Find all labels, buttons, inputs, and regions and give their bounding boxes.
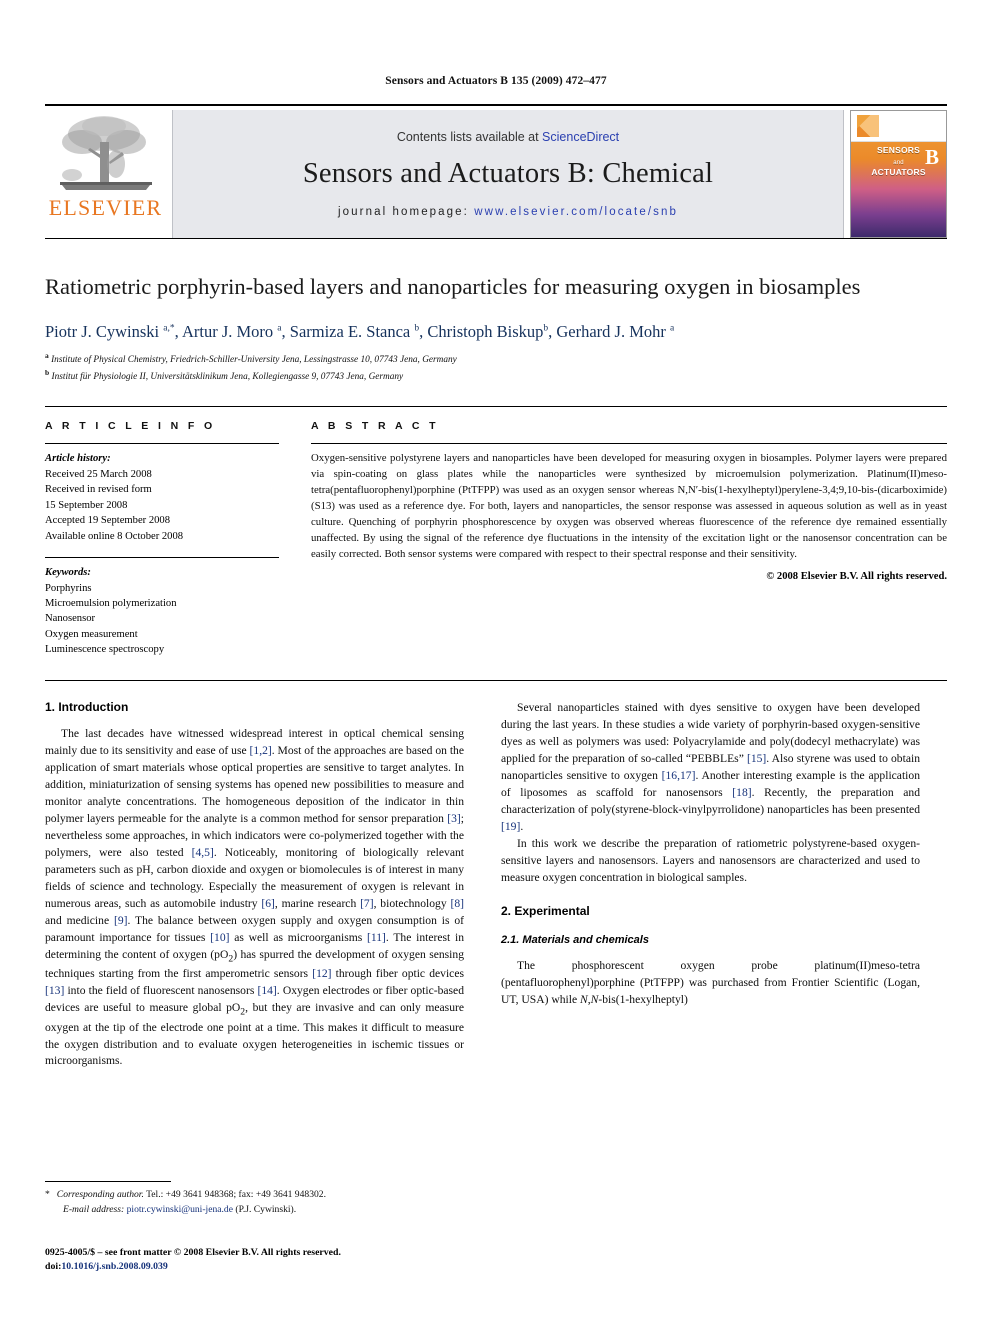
- journal-title: Sensors and Actuators B: Chemical: [302, 158, 714, 189]
- cover-line3: ACTUATORS: [871, 167, 926, 178]
- corresponding-author-note: * Corresponding author. Tel.: +49 3641 94…: [45, 1188, 464, 1202]
- corresponding-author-text: Corresponding author. Tel.: +49 3641 948…: [56, 1189, 326, 1201]
- cover-spark-icon: [857, 115, 879, 137]
- keyword-item: Nanosensor: [45, 613, 96, 625]
- affiliation-a: a Institute of Physical Chemistry, Fried…: [45, 351, 457, 366]
- divider-top: [45, 443, 279, 445]
- journal-center-block: Contents lists available at ScienceDirec…: [172, 110, 844, 238]
- page-footer: 0925-4005/$ – see front matter © 2008 El…: [45, 1246, 505, 1275]
- article-history-label: Article history:: [45, 453, 111, 465]
- cover-line1: SENSORS: [877, 145, 920, 155]
- introduction-heading: 1. Introduction: [45, 699, 129, 714]
- doi-label: doi:: [45, 1261, 62, 1273]
- email-note: E-mail address: piotr.cywinski@uni-jena.…: [45, 1203, 464, 1217]
- paper-page: Sensors and Actuators B 135 (2009) 472–4…: [0, 0, 992, 1323]
- abstract-column: A B S T R A C T Oxygen-sensitive polysty…: [311, 420, 947, 657]
- keywords-label: Keywords:: [45, 567, 91, 579]
- affiliation-b: b Institut für Physiologie II, Universit…: [45, 367, 404, 382]
- materials-heading: 2.1. Materials and chemicals: [501, 933, 649, 946]
- affiliations: a Institute of Physical Chemistry, Fried…: [45, 351, 947, 384]
- cover-letter: B: [924, 145, 939, 169]
- affiliation-b-text: Institut für Physiologie II, Universität…: [51, 371, 404, 382]
- history-item: Accepted 19 September 2008: [45, 515, 171, 527]
- body-column-right: Several nanoparticles stained with dyes …: [501, 700, 920, 1155]
- doi-line: doi:10.1016/j.snb.2008.09.039: [45, 1260, 505, 1275]
- materials-paragraph-1: The phosphorescent oxygen probe platinum…: [501, 958, 920, 1006]
- intro-paragraph-3: In this work we describe the preparation…: [501, 836, 920, 884]
- history-item: Received in revised form: [45, 484, 152, 496]
- sciencedirect-link[interactable]: ScienceDirect: [542, 130, 619, 144]
- journal-cover-thumbnail: SENSORS and ACTUATORS B: [850, 110, 947, 238]
- affiliation-a-text: Institute of Physical Chemistry, Friedri…: [51, 355, 457, 366]
- abstract-heading: A B S T R A C T: [311, 420, 439, 433]
- email-link[interactable]: piotr.cywinski@uni-jena.de: [127, 1204, 233, 1215]
- contents-available-line: Contents lists available at ScienceDirec…: [397, 130, 619, 144]
- keywords-block: Keywords: Porphyrins Microemulsion polym…: [45, 565, 279, 658]
- article-info-heading: A R T I C L E I N F O: [45, 420, 216, 433]
- divider-abstract: [311, 443, 947, 445]
- journal-homepage-line: journal homepage: www.elsevier.com/locat…: [338, 206, 678, 218]
- history-item: 15 September 2008: [45, 499, 128, 511]
- info-abstract-region: A R T I C L E I N F O Article history: R…: [45, 406, 947, 657]
- running-head: Sensors and Actuators B 135 (2009) 472–4…: [385, 75, 607, 87]
- journal-masthead: ELSEVIER Contents lists available at Sci…: [45, 104, 947, 239]
- page-title: Ratiometric porphyrin-based layers and n…: [45, 274, 861, 299]
- body-column-left: 1. Introduction The last decades have wi…: [45, 700, 464, 1155]
- keyword-item: Oxygen measurement: [45, 628, 138, 640]
- title-block: Ratiometric porphyrin-based layers and n…: [45, 272, 947, 384]
- abstract-text: Oxygen-sensitive polystyrene layers and …: [311, 452, 947, 560]
- cover-letter-b: B: [925, 145, 939, 170]
- intro-paragraph-2: Several nanoparticles stained with dyes …: [501, 700, 920, 833]
- article-history: Article history: Received 25 March 2008 …: [45, 451, 279, 544]
- elsevier-wordmark: ELSEVIER: [48, 195, 163, 220]
- keyword-item: Microemulsion polymerization: [45, 598, 177, 609]
- contents-prefix: Contents lists available at: [396, 130, 543, 144]
- divider-keywords: [45, 557, 279, 559]
- elsevier-logo: ELSEVIER: [45, 110, 166, 238]
- homepage-url[interactable]: www.elsevier.com/locate/snb: [474, 206, 678, 218]
- intro-paragraph-1: The last decades have witnessed widespre…: [45, 726, 465, 1068]
- article-info-column: A R T I C L E I N F O Article history: R…: [45, 420, 279, 657]
- front-matter-line: 0925-4005/$ – see front matter © 2008 El…: [45, 1246, 341, 1258]
- keyword-item: Luminescence spectroscopy: [45, 644, 165, 656]
- footnote-divider: [45, 1181, 171, 1183]
- email-label: E-mail address:: [63, 1203, 125, 1215]
- history-item: Available online 8 October 2008: [45, 530, 184, 542]
- homepage-label: journal homepage:: [338, 206, 469, 218]
- doi-value[interactable]: 10.1016/j.snb.2008.09.039: [61, 1261, 167, 1272]
- body-columns: 1. Introduction The last decades have wi…: [45, 679, 947, 1155]
- email-suffix: (P.J. Cywinski).: [235, 1203, 297, 1215]
- footnotes: * Corresponding author. Tel.: +49 3641 94…: [45, 1181, 464, 1217]
- history-item: Received 25 March 2008: [45, 468, 152, 480]
- keyword-item: Porphyrins: [45, 582, 92, 594]
- author-list: Piotr J. Cywinski a,*, Artur J. Moro a, …: [45, 322, 675, 342]
- copyright-line: © 2008 Elsevier B.V. All rights reserved…: [766, 571, 947, 583]
- cover-top-band: [851, 111, 946, 142]
- asterisk-icon: *: [45, 1189, 50, 1201]
- elsevier-tree-icon: [59, 116, 152, 190]
- cover-line2: and: [893, 159, 904, 166]
- experimental-heading: 2. Experimental: [501, 903, 590, 918]
